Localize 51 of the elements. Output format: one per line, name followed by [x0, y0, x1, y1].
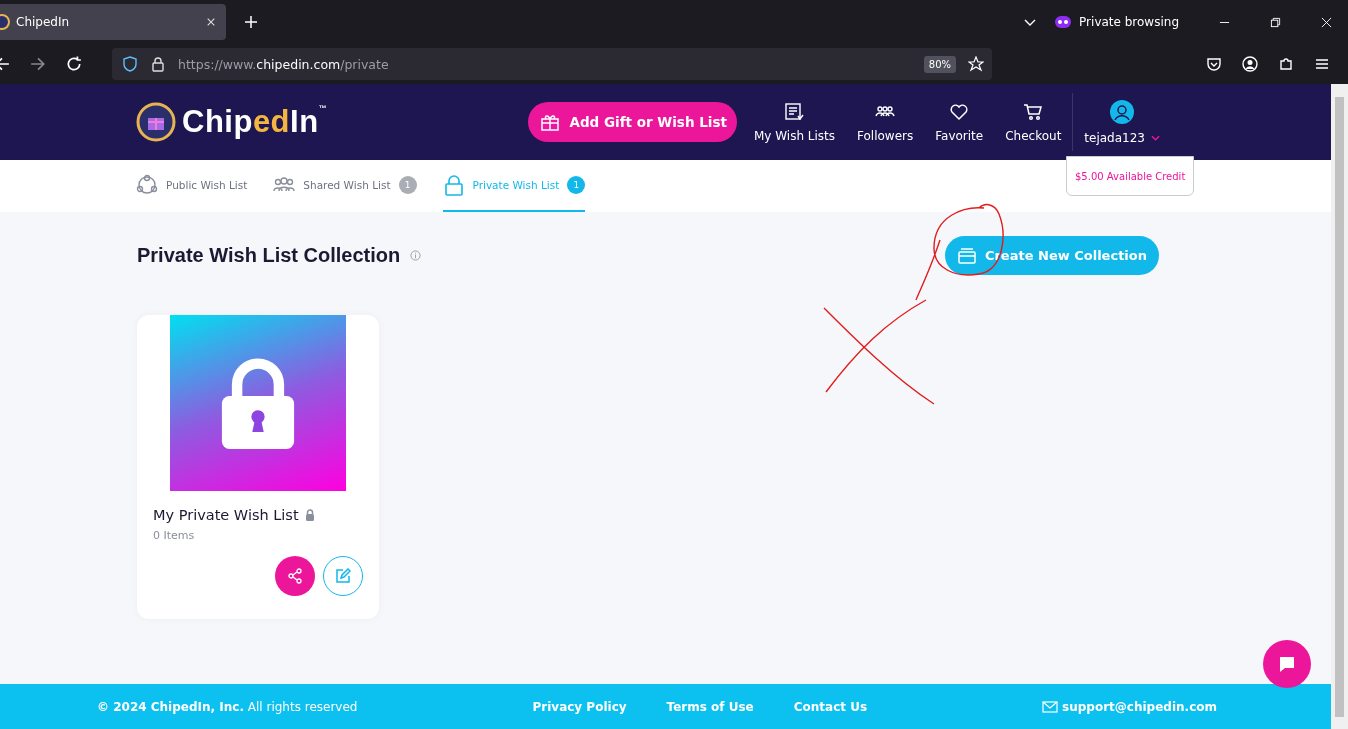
star-icon[interactable]: [968, 56, 984, 72]
list-icon: [784, 101, 805, 122]
available-credit-label: $5.00 Available Credit: [1066, 156, 1195, 196]
padlock-icon: [442, 174, 465, 196]
address-bar[interactable]: https://www.chipedin.com/private 80%: [112, 48, 992, 80]
user-menu[interactable]: tejada123: [1073, 99, 1171, 145]
avatar-icon: [1110, 99, 1135, 124]
box-icon: [956, 245, 977, 266]
url-text: https://www.chipedin.com/private: [178, 56, 390, 72]
collection-name: My Private Wish List: [153, 507, 299, 523]
wish-list-tab[interactable]: Shared Wish List 1: [273, 160, 417, 212]
network-icon: [136, 174, 158, 196]
account-icon[interactable]: [1242, 56, 1258, 72]
chat-button[interactable]: [1263, 640, 1311, 688]
item-count: 0 Items: [153, 529, 196, 542]
gift-icon: [540, 112, 561, 132]
chevron-down-icon: [1151, 134, 1160, 141]
logo-gift-icon[interactable]: [136, 102, 176, 142]
chat-icon: [1277, 654, 1297, 674]
zoom-level-badge[interactable]: 80%: [923, 55, 956, 73]
browser-tab[interactable]: ChipedIn: [0, 4, 226, 40]
private-browsing-label: Private browsing: [1079, 15, 1179, 29]
close-icon[interactable]: [206, 17, 216, 27]
restore-icon[interactable]: [1270, 16, 1281, 28]
mail-icon: [1042, 700, 1059, 713]
chipedin-logo[interactable]: ChipedIn$^{™}$: [182, 104, 328, 140]
scrollbar[interactable]: [1331, 84, 1348, 729]
heart-icon: [949, 101, 970, 122]
cart-icon: [1023, 101, 1044, 122]
shield-icon: [122, 56, 138, 72]
nav-item[interactable]: Checkout: [994, 101, 1073, 143]
reload-icon[interactable]: [66, 56, 82, 72]
collection-card[interactable]: My Private Wish List 0 Items: [137, 315, 379, 619]
lock-icon: [304, 509, 315, 521]
nav-item[interactable]: Followers: [846, 101, 925, 143]
nav-item[interactable]: Favorite: [924, 101, 995, 143]
lock-icon: [150, 56, 166, 72]
page-title: Private Wish List Collection: [137, 244, 401, 267]
pocket-icon[interactable]: [1206, 56, 1222, 72]
tab-title: ChipedIn: [16, 15, 71, 29]
add-gift-button[interactable]: Add Gift or Wish List: [528, 102, 737, 142]
mask-icon: [1055, 15, 1072, 29]
share-icon: [287, 568, 303, 584]
nav-item[interactable]: My Wish Lists: [742, 101, 847, 143]
edit-icon: [335, 568, 351, 584]
share-button[interactable]: [275, 556, 315, 596]
new-tab-icon[interactable]: [244, 15, 258, 29]
wish-list-tab[interactable]: Public Wish List: [136, 160, 248, 212]
forward-icon[interactable]: [30, 56, 46, 72]
menu-icon[interactable]: [1314, 56, 1330, 72]
copyright-text: © 2024 ChipedIn, Inc. All rights reserved: [97, 699, 358, 714]
